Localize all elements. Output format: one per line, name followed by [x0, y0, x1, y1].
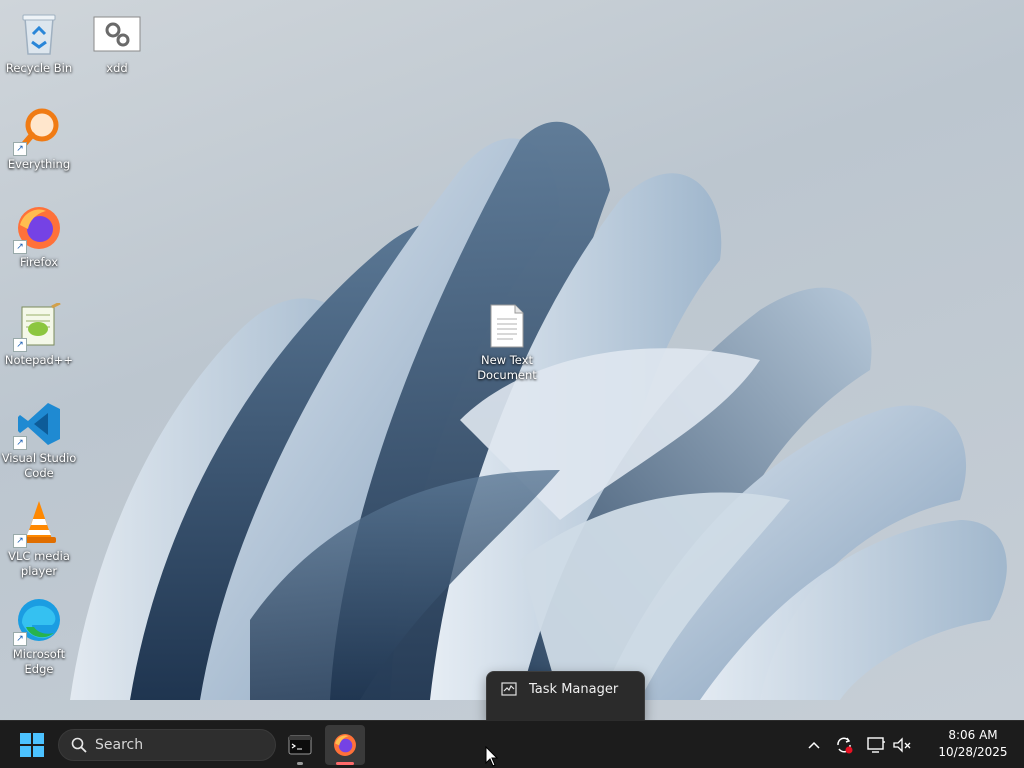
system-tray: 8:06 AM 10/28/2025 — [804, 721, 1024, 768]
firefox-icon — [334, 734, 356, 756]
desktop-icon-everything[interactable]: ↗ Everything — [1, 106, 77, 172]
mouse-cursor-icon — [485, 746, 499, 767]
desktop-icon-label: Visual Studio Code — [1, 451, 77, 480]
shortcut-arrow-icon: ↗ — [13, 240, 27, 254]
desktop-icon-vscode[interactable]: ↗ Visual Studio Code — [1, 400, 77, 481]
desktop-icon-label: Microsoft Edge — [12, 647, 66, 676]
taskbar: Search 8:06 AM 10/28/2025 — [0, 720, 1024, 768]
desktop-icon-label: Firefox — [19, 255, 59, 269]
clock-time: 8:06 AM — [948, 728, 998, 742]
taskbar-search-box[interactable]: Search — [58, 729, 276, 761]
menu-item-task-manager[interactable]: Task Manager — [487, 672, 644, 706]
recycle-bin-icon — [15, 10, 63, 58]
desktop-icon-vlc[interactable]: ↗ VLC media player — [1, 498, 77, 579]
desktop-icon-label: xdd — [106, 61, 128, 75]
desktop-screen: Recycle Bin xdd ↗ Everything ↗ Firefox ↗… — [0, 0, 1024, 768]
desktop-icon-new-text-document[interactable]: New Text Document — [469, 302, 545, 383]
taskbar-app-firefox[interactable] — [325, 725, 365, 765]
desktop-icon-label: New Text Document — [477, 353, 537, 382]
edge-icon: ↗ — [13, 596, 63, 646]
taskbar-context-menu: Task Manager — [486, 671, 645, 722]
magnifier-icon: ↗ — [13, 106, 63, 156]
desktop-icon-recycle-bin[interactable]: Recycle Bin — [1, 10, 77, 76]
speaker-muted-icon[interactable] — [892, 735, 912, 755]
start-button[interactable] — [12, 727, 52, 763]
taskbar-clock[interactable]: 8:06 AM 10/28/2025 — [934, 727, 1012, 761]
desktop-icon-notepadpp[interactable]: ↗ Notepad++ — [1, 302, 77, 368]
vlc-icon: ↗ — [13, 498, 63, 548]
display-icon[interactable] — [866, 735, 886, 755]
desktop-icon-label: VLC media player — [8, 549, 70, 578]
sync-icon[interactable] — [834, 735, 854, 755]
clock-date: 10/28/2025 — [938, 745, 1008, 759]
terminal-icon — [288, 735, 312, 755]
menu-item-label: Task Manager — [529, 681, 619, 697]
desktop-icon-firefox[interactable]: ↗ Firefox — [1, 204, 77, 270]
app-active-indicator — [336, 762, 354, 765]
search-icon — [71, 737, 87, 753]
shortcut-arrow-icon: ↗ — [13, 142, 27, 156]
firefox-icon: ↗ — [13, 204, 63, 254]
vscode-icon: ↗ — [13, 400, 63, 450]
desktop-icon-xdd[interactable]: xdd — [79, 10, 155, 76]
shortcut-arrow-icon: ↗ — [13, 436, 27, 450]
windows-logo-icon — [20, 733, 44, 757]
text-document-icon — [483, 302, 531, 350]
taskbar-app-terminal[interactable] — [280, 725, 320, 765]
desktop-icon-label: Everything — [7, 157, 71, 171]
shortcut-arrow-icon: ↗ — [13, 534, 27, 548]
settings-file-icon — [93, 10, 141, 58]
desktop-icon-label: Notepad++ — [4, 353, 74, 367]
task-manager-icon — [501, 682, 517, 696]
desktop-icon-edge[interactable]: ↗ Microsoft Edge — [1, 596, 77, 677]
shortcut-arrow-icon: ↗ — [13, 338, 27, 352]
shortcut-arrow-icon: ↗ — [13, 632, 27, 646]
notepadpp-icon: ↗ — [13, 302, 63, 352]
desktop-icon-label: Recycle Bin — [5, 61, 73, 75]
app-running-indicator — [297, 762, 303, 765]
chevron-up-icon[interactable] — [804, 735, 824, 755]
search-placeholder: Search — [95, 737, 144, 753]
